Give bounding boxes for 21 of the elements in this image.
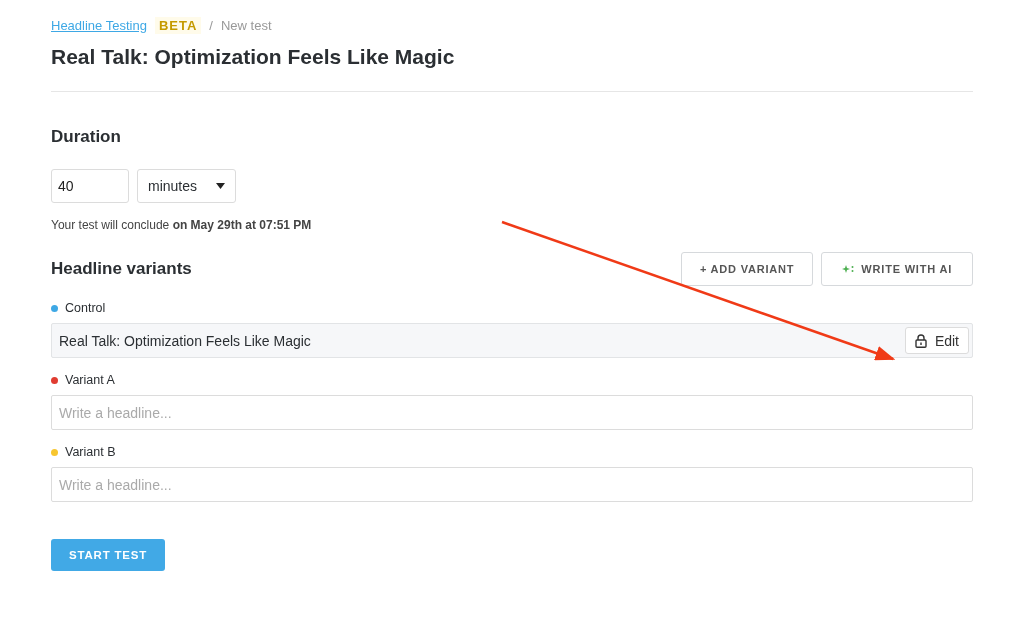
headline-field[interactable]: Write a headline... [51, 467, 973, 502]
caret-icon [216, 183, 225, 189]
lock-icon [914, 333, 927, 348]
add-variant-button[interactable]: + ADD VARIANT [680, 252, 814, 286]
sparkle-icon [842, 264, 855, 274]
section-heading: Headline variants [51, 259, 192, 279]
duration-field[interactable]: 40 [51, 169, 129, 203]
conclusion-text: Your test will conclude on May 29th at 07:51 PM [51, 218, 313, 232]
page-title: Real Talk: Optimization Feels Like Magic [51, 45, 456, 69]
breadcrumb-current: New test [220, 18, 272, 33]
variant-label: Variant B [65, 445, 116, 459]
headline-text: Real Talk: Optimization Feels Like Magic [59, 332, 311, 349]
variant-label: Control [65, 301, 106, 315]
beta-badge: BETA [154, 17, 202, 34]
unit-dropdown[interactable]: minutes [137, 169, 236, 203]
edit-button[interactable]: Edit [904, 327, 969, 354]
section-heading: Duration [51, 127, 122, 147]
write-with-ai-button[interactable]: WRITE WITH AI [821, 252, 973, 286]
headline-field[interactable]: Write a headline... [51, 395, 973, 430]
variant-label: Variant A [65, 373, 115, 387]
breadcrumb-separator: / [209, 18, 213, 33]
